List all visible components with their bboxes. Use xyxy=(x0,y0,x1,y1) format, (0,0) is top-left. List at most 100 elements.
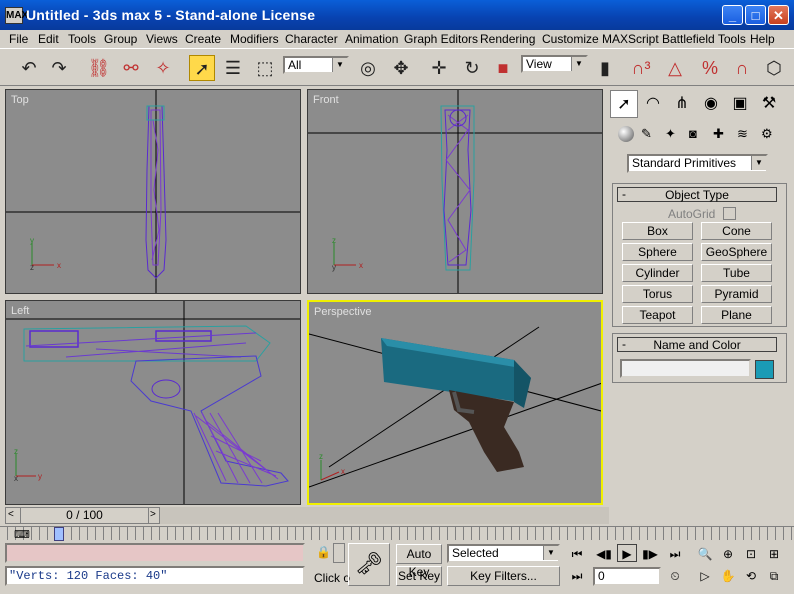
zoom-extents-all-icon[interactable]: ⊞ xyxy=(764,545,784,563)
field-of-view-icon[interactable]: ▷ xyxy=(695,567,715,585)
lock-selection-icon[interactable]: 🔒 xyxy=(316,545,331,559)
shapes-category-icon[interactable]: ✎ xyxy=(641,126,652,142)
select-and-link-icon[interactable]: ⛓ xyxy=(86,55,112,81)
key-selection-set-dropdown[interactable]: Selected ▼ xyxy=(447,544,560,563)
bind-to-space-warp-icon[interactable]: ✧ xyxy=(150,55,176,81)
menu-animation[interactable]: Animation xyxy=(345,32,398,46)
percent-snap-icon[interactable]: % xyxy=(697,55,723,81)
snap-3d-icon[interactable]: ∩³ xyxy=(628,55,654,81)
unlink-selection-icon[interactable]: ⚯ xyxy=(118,55,144,81)
menu-edit[interactable]: Edit xyxy=(38,32,59,46)
arc-rotate-icon[interactable]: ⟲ xyxy=(741,567,761,585)
autogrid-checkbox[interactable] xyxy=(723,207,736,220)
viewport-perspective[interactable]: Perspective z x xyxy=(307,300,603,505)
rectangular-selection-icon[interactable]: ⬚ xyxy=(252,55,278,81)
teapot-button[interactable]: Teapot xyxy=(622,306,693,324)
zoom-all-icon[interactable]: ⊕ xyxy=(718,545,738,563)
display-tab-icon[interactable]: ▣ xyxy=(726,90,754,118)
zoom-icon[interactable]: 🔍 xyxy=(695,545,715,563)
close-button[interactable]: ✕ xyxy=(768,5,789,25)
zoom-extents-icon[interactable]: ⊡ xyxy=(741,545,761,563)
move-icon[interactable]: ✛ xyxy=(426,55,452,81)
maximize-button[interactable]: □ xyxy=(745,5,766,25)
mini-curve-editor-icon[interactable]: ⌨ xyxy=(14,528,30,541)
rotate-icon[interactable]: ↻ xyxy=(459,55,485,81)
minimize-button[interactable]: _ xyxy=(722,5,743,25)
next-frame-icon[interactable]: ▮▶ xyxy=(640,545,660,563)
category-dropdown[interactable]: Standard Primitives ▼ xyxy=(627,154,768,173)
selection-filter-dropdown[interactable]: All ▼ xyxy=(283,56,349,74)
go-to-start-icon[interactable]: ⏮ xyxy=(567,545,587,563)
key-filters-button[interactable]: Key Filters... xyxy=(447,566,560,586)
torus-button[interactable]: Torus xyxy=(622,285,693,303)
angle-snap-icon[interactable]: △ xyxy=(662,55,688,81)
maxscript-listener-output[interactable]: "Verts: 120 Faces: 40" xyxy=(5,566,305,586)
maxscript-mini-listener-macro[interactable] xyxy=(5,543,305,563)
box-button[interactable]: Box xyxy=(622,222,693,240)
time-slider-prev[interactable]: < xyxy=(8,509,14,520)
menu-battlefield-tools[interactable]: Battlefield Tools xyxy=(662,32,746,46)
menu-character[interactable]: Character xyxy=(285,32,338,46)
track-bar[interactable] xyxy=(0,526,794,540)
current-frame-field[interactable]: 0 xyxy=(593,567,661,586)
play-icon[interactable]: ▶ xyxy=(617,544,637,562)
cone-button[interactable]: Cone xyxy=(701,222,772,240)
viewport-front[interactable]: Front z y x xyxy=(307,89,603,294)
menu-group[interactable]: Group xyxy=(104,32,137,46)
select-by-name-icon[interactable]: ☰ xyxy=(220,55,246,81)
geometry-category-icon[interactable] xyxy=(618,126,634,142)
hierarchy-tab-icon[interactable]: ⋔ xyxy=(668,90,696,118)
lights-category-icon[interactable]: ✦ xyxy=(665,126,676,142)
menu-graph-editors[interactable]: Graph Editors xyxy=(404,32,478,46)
object-name-field[interactable] xyxy=(620,359,751,378)
menu-tools[interactable]: Tools xyxy=(68,32,96,46)
menu-views[interactable]: Views xyxy=(146,32,178,46)
pan-icon[interactable]: ✋ xyxy=(718,567,738,585)
object-type-header[interactable]: - Object Type xyxy=(617,187,777,202)
menu-create[interactable]: Create xyxy=(185,32,221,46)
space-warps-category-icon[interactable]: ≋ xyxy=(737,126,748,142)
previous-frame-icon[interactable]: ◀▮ xyxy=(594,545,614,563)
utilities-tab-icon[interactable]: ⚒ xyxy=(755,90,783,118)
time-slider[interactable]: < 0 / 100 > xyxy=(5,507,160,524)
track-bar-frame-marker[interactable] xyxy=(54,527,64,541)
motion-tab-icon[interactable]: ◉ xyxy=(697,90,725,118)
pyramid-button[interactable]: Pyramid xyxy=(701,285,772,303)
window-crossing-icon[interactable]: ◎ xyxy=(355,55,381,81)
menu-customize[interactable]: Customize xyxy=(542,32,599,46)
set-key-mode-icon[interactable]: 🗝 xyxy=(348,543,390,586)
object-color-swatch[interactable] xyxy=(755,360,774,379)
named-selection-icon[interactable]: ⬡ xyxy=(761,55,787,81)
modify-tab-icon[interactable]: ◠ xyxy=(639,90,667,118)
menu-file[interactable]: File xyxy=(9,32,28,46)
sphere-button[interactable]: Sphere xyxy=(622,243,693,261)
viewport-top[interactable]: Top y z x xyxy=(5,89,301,294)
scale-icon[interactable]: ■ xyxy=(490,55,516,81)
reference-coordinate-dropdown[interactable]: View ▼ xyxy=(521,55,588,73)
cameras-category-icon[interactable]: ◙ xyxy=(689,126,697,141)
go-to-end-icon[interactable]: ⏭ xyxy=(665,545,685,563)
systems-category-icon[interactable]: ⚙ xyxy=(761,126,773,142)
geosphere-button[interactable]: GeoSphere xyxy=(701,243,772,261)
menu-rendering[interactable]: Rendering xyxy=(480,32,535,46)
time-slider-next[interactable]: > xyxy=(150,509,156,520)
title-bar[interactable]: MAX Untitled - 3ds max 5 - Stand-alone L… xyxy=(0,0,794,30)
viewport-left[interactable]: Left z x y xyxy=(5,300,301,505)
undo-icon[interactable]: ↶ xyxy=(16,55,42,81)
pivot-center-icon[interactable]: ▮ xyxy=(592,55,618,81)
cylinder-button[interactable]: Cylinder xyxy=(622,264,693,282)
menu-maxscript[interactable]: MAXScript xyxy=(602,32,659,46)
menu-help[interactable]: Help xyxy=(750,32,775,46)
time-configuration-icon[interactable]: ⏲ xyxy=(665,567,685,585)
name-and-color-header[interactable]: - Name and Color xyxy=(617,337,777,352)
maximize-viewport-icon[interactable]: ⧉ xyxy=(764,567,784,585)
plane-button[interactable]: Plane xyxy=(701,306,772,324)
set-key-button[interactable]: Set Key xyxy=(396,566,442,586)
key-mode-toggle-icon[interactable]: ⏭ xyxy=(567,567,587,585)
tube-button[interactable]: Tube xyxy=(701,264,772,282)
create-tab-icon[interactable]: ➚ xyxy=(610,90,638,118)
redo-icon[interactable]: ↷ xyxy=(46,55,72,81)
helpers-category-icon[interactable]: ✚ xyxy=(713,126,724,142)
spinner-snap-icon[interactable]: ∩ xyxy=(729,55,755,81)
auto-key-button[interactable]: Auto Key xyxy=(396,544,442,579)
